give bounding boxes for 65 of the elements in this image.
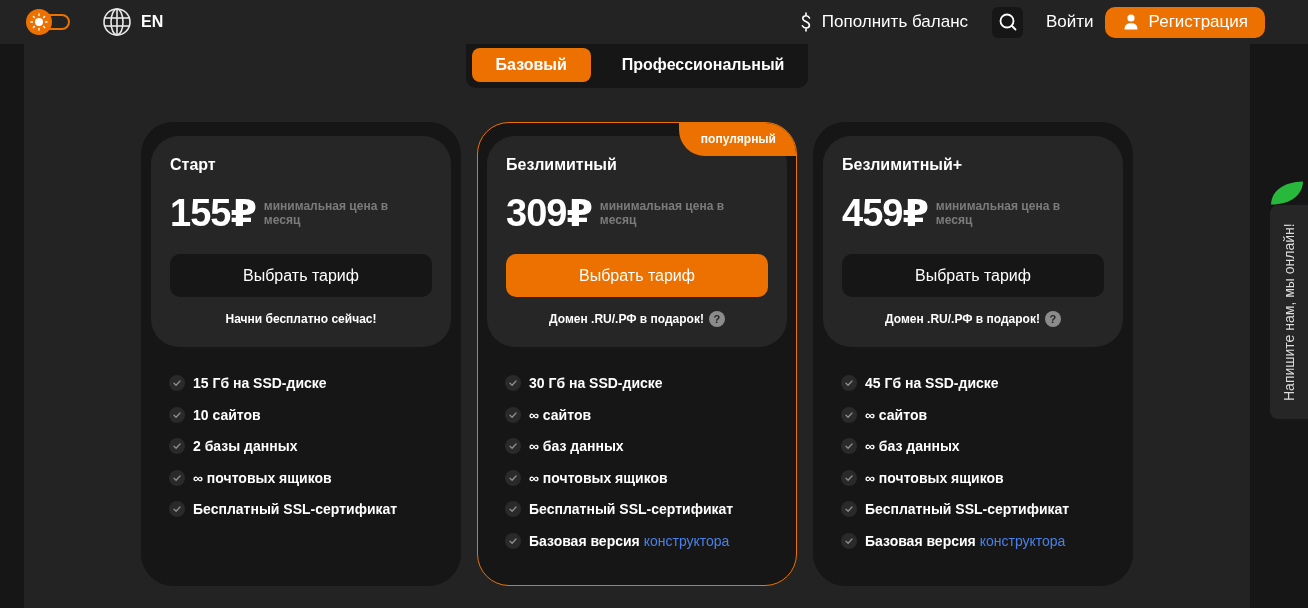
feature-text: ∞ баз данных <box>529 437 624 456</box>
price-note: минимальная цена в месяц <box>935 199 1062 227</box>
feature-text: 2 базы данных <box>193 437 298 456</box>
check-icon <box>841 406 857 423</box>
theme-toggle[interactable] <box>26 9 70 35</box>
login-link[interactable]: Войти <box>1046 12 1094 32</box>
feature-text: ∞ сайтов <box>529 405 592 425</box>
help-icon[interactable]: ? <box>708 311 725 327</box>
leaf-icon <box>1270 181 1304 205</box>
person-icon <box>1123 14 1138 30</box>
feature-text: ∞ почтовых ящиков <box>193 468 332 488</box>
price-note: минимальная цена в месяц <box>599 199 726 227</box>
check-icon <box>169 469 185 486</box>
check-icon <box>505 501 521 517</box>
help-icon[interactable]: ? <box>1044 311 1061 327</box>
plan-note: Домен .RU/.РФ в подарок! <box>549 311 704 327</box>
feature-text: ∞ почтовых ящиков <box>529 468 668 488</box>
top-up-link[interactable]: Пополнить баланс <box>799 12 969 32</box>
feature-text: Базовая версия конструктора <box>529 531 730 551</box>
feature-text: ∞ почтовых ящиков <box>865 468 1004 488</box>
check-icon <box>169 406 185 423</box>
plan-note: Начни бесплатно сейчас! <box>225 311 377 327</box>
constructor-link[interactable]: конструктора <box>979 532 1066 549</box>
plan-tab[interactable]: Профессиональный <box>603 48 803 82</box>
check-icon <box>841 469 857 486</box>
feature-text: Базовая версия конструктора <box>865 531 1066 551</box>
plan-name: Безлимитный <box>506 155 618 175</box>
choose-plan-button[interactable]: Выбрать тариф <box>842 254 1104 297</box>
plan-name: Безлимитный+ <box>842 155 964 175</box>
check-icon <box>505 375 521 391</box>
feature-text: Бесплатный SSL-сертификат <box>529 500 734 519</box>
globe-icon <box>103 8 131 36</box>
feature-text: 30 Гб на SSD-диске <box>529 374 663 393</box>
check-icon <box>505 469 521 486</box>
feature-text: Бесплатный SSL-сертификат <box>865 500 1070 519</box>
check-icon <box>505 532 521 549</box>
plan-note: Домен .RU/.РФ в подарок! <box>885 311 1040 327</box>
chat-button[interactable]: Напишите нам, мы онлайн! <box>1270 205 1308 419</box>
check-icon <box>841 375 857 391</box>
price-note: минимальная цена в месяц <box>263 199 390 227</box>
dollar-icon <box>799 12 812 32</box>
check-icon <box>505 438 521 454</box>
check-icon <box>169 501 185 517</box>
check-icon <box>169 438 185 454</box>
plan-price: 309₽ <box>506 192 592 234</box>
plan-price: 155₽ <box>170 192 256 234</box>
check-icon <box>841 438 857 454</box>
feature-text: 10 сайтов <box>193 405 261 425</box>
search-icon <box>998 13 1017 31</box>
constructor-link[interactable]: конструктора <box>643 532 730 549</box>
feature-text: 15 Гб на SSD-диске <box>193 374 327 393</box>
feature-text: ∞ сайтов <box>865 405 928 425</box>
check-icon <box>841 532 857 549</box>
language-button[interactable]: EN <box>103 8 164 36</box>
feature-text: ∞ баз данных <box>865 437 960 456</box>
check-icon <box>841 501 857 517</box>
feature-text: 45 Гб на SSD-диске <box>865 374 999 393</box>
search-button[interactable] <box>992 6 1024 38</box>
feature-text: Бесплатный SSL-сертификат <box>193 500 398 519</box>
choose-plan-button[interactable]: Выбрать тариф <box>170 254 432 297</box>
check-icon <box>505 406 521 423</box>
plan-name: Старт <box>170 155 217 175</box>
plan-price: 459₽ <box>842 192 928 234</box>
popular-badge: популярный <box>678 123 796 156</box>
check-icon <box>169 375 185 391</box>
